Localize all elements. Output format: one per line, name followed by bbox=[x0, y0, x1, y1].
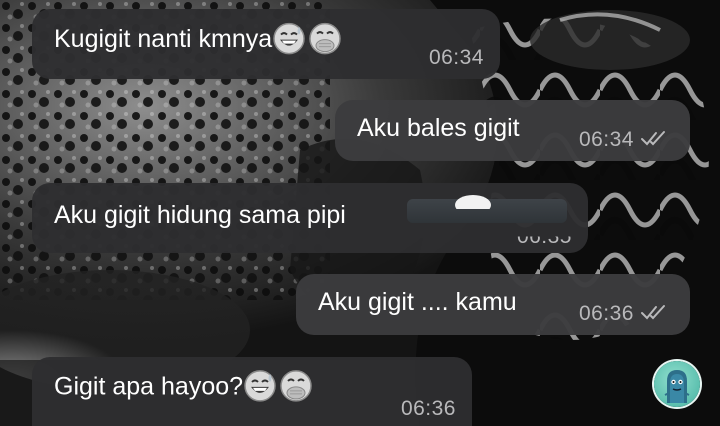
message-text: Kugigit nanti kmnya bbox=[54, 22, 342, 58]
hand-over-mouth-emoji bbox=[309, 22, 341, 55]
message-text: Aku gigit hidung sama pipi bbox=[54, 201, 346, 229]
obscured-emoji bbox=[407, 195, 567, 223]
emoji-group bbox=[272, 22, 342, 56]
grinning-sweat-emoji bbox=[244, 369, 276, 402]
message-bubble-incoming[interactable]: Kugigit nanti kmnya 06:34 bbox=[32, 9, 500, 79]
message-timestamp: 06:36 bbox=[579, 302, 670, 326]
message-timestamp: 06:34 bbox=[579, 128, 670, 152]
double-check-icon bbox=[641, 305, 665, 320]
message-bubble-outgoing[interactable]: Aku bales gigit 06:34 bbox=[335, 100, 690, 161]
message-timestamp: 06:36 bbox=[400, 397, 456, 420]
grinning-sweat-emoji bbox=[273, 22, 305, 55]
mascot-avatar-button[interactable] bbox=[654, 361, 700, 407]
message-bubble-incoming[interactable]: Aku gigit hidung sama pipi 06:35 bbox=[32, 183, 588, 253]
message-text: Gigit apa hayoo? bbox=[54, 368, 313, 404]
hand-over-mouth-emoji bbox=[280, 369, 312, 402]
message-text: Aku bales gigit bbox=[357, 113, 520, 142]
mascot-avatar-icon bbox=[664, 370, 690, 403]
message-bubble-incoming[interactable]: Gigit apa hayoo? 06:36 bbox=[32, 357, 472, 426]
message-text: Aku gigit .... kamu bbox=[318, 287, 517, 316]
message-timestamp: 06:35 bbox=[516, 225, 572, 248]
message-timestamp: 06:34 bbox=[428, 46, 484, 69]
message-bubble-outgoing[interactable]: Aku gigit .... kamu 06:36 bbox=[296, 274, 690, 335]
double-check-icon bbox=[641, 131, 665, 146]
emoji-group bbox=[243, 368, 313, 402]
